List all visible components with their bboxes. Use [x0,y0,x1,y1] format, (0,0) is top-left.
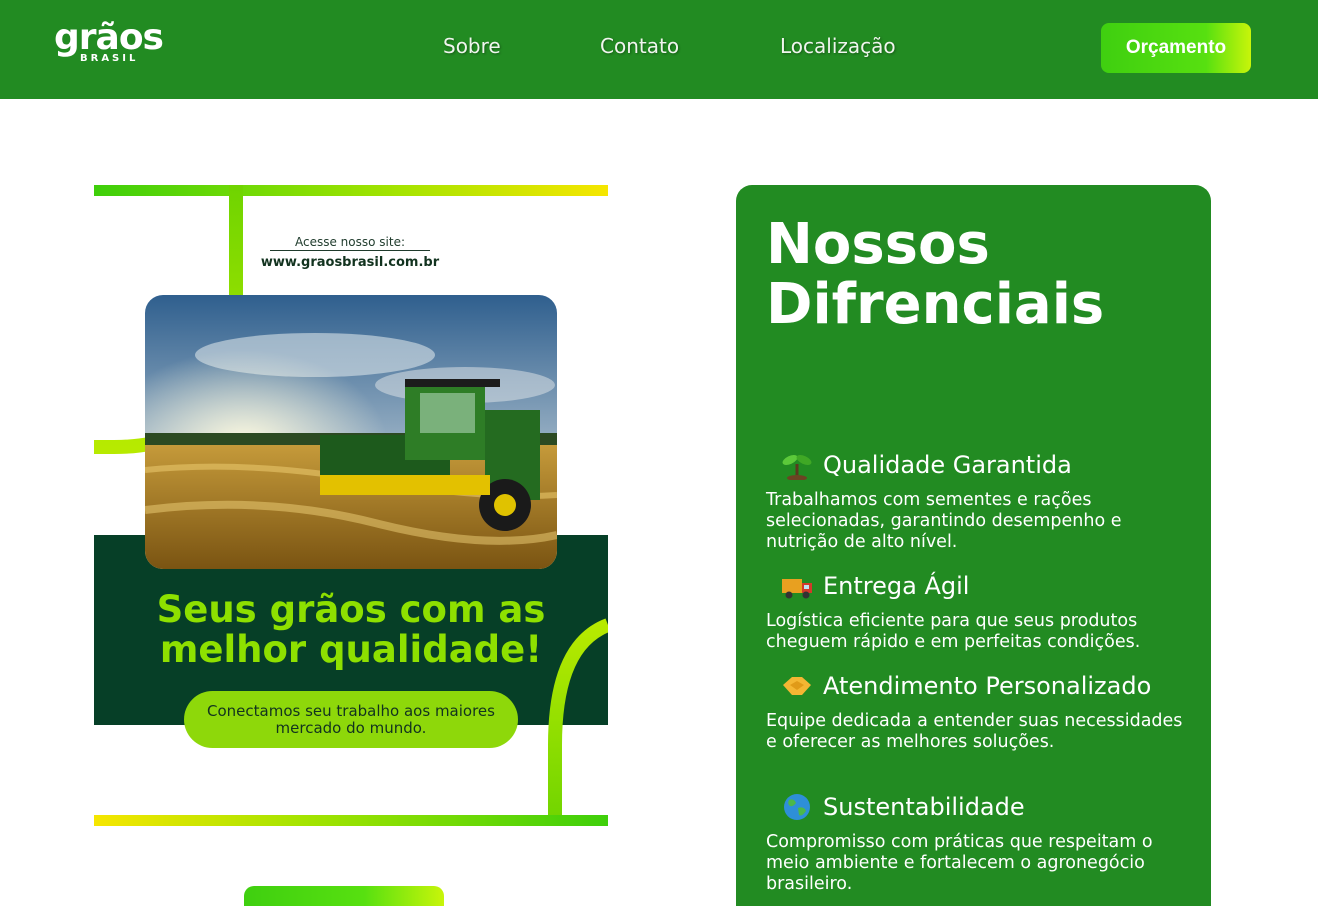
logo-subtitle: BRASIL [80,53,139,64]
feature-delivery-desc: Logística eficiente para que seus produt… [766,611,1141,652]
handshake-icon [780,671,814,701]
poster-headline: Seus grãos com as melhor qualidade! [156,588,546,671]
poster-site-label: Acesse nosso site: [270,235,430,251]
site-header: grãos BRASIL Sobre Contato Localização O… [0,0,1318,99]
nav-link-sobre[interactable]: Sobre [443,34,501,58]
feature-title-delivery: Entrega Ágil [780,571,969,601]
poster-top-bar [94,185,608,196]
feature-title-sustainability: Sustentabilidade [780,792,1025,822]
feature-sustainability-label: Sustentabilidade [823,793,1025,821]
promo-poster: Acesse nosso site: www.graosbrasil.com.b… [94,185,608,826]
feature-service-desc: Equipe dedicada a entender suas necessid… [766,711,1183,752]
poster-bottom-bar [94,815,608,826]
harvester-photo [145,295,557,569]
feature-title-quality: Qualidade Garantida [780,450,1072,481]
feature-delivery-label: Entrega Ágil [823,572,970,600]
feature-quality-desc: Trabalhamos com sementes e rações seleci… [766,490,1122,552]
feature-quality-label: Qualidade Garantida [823,451,1072,479]
feature-sustainability-desc: Compromisso com práticas que respeitam o… [766,832,1153,894]
feature-service-label: Atendimento Personalizado [823,672,1152,700]
poster-tagline-pill: Conectamos seu trabalho aos maiores merc… [184,691,518,748]
feature-title-service: Atendimento Personalizado [780,671,1151,701]
brand-logo[interactable]: grãos BRASIL [54,16,179,72]
bottom-action-button[interactable] [244,886,444,906]
differentials-title: Nossos Difrenciais [766,212,1105,337]
poster-site-url[interactable]: www.graosbrasil.com.br [250,255,450,270]
orcamento-button[interactable]: Orçamento [1101,23,1251,73]
truck-icon [780,571,814,601]
seedling-icon [780,450,814,481]
nav-link-contato[interactable]: Contato [600,34,679,58]
globe-icon [780,792,814,822]
differentials-card: Nossos Difrenciais Qualidade Garantida T… [736,185,1211,906]
nav-link-localizacao[interactable]: Localização [780,34,896,58]
